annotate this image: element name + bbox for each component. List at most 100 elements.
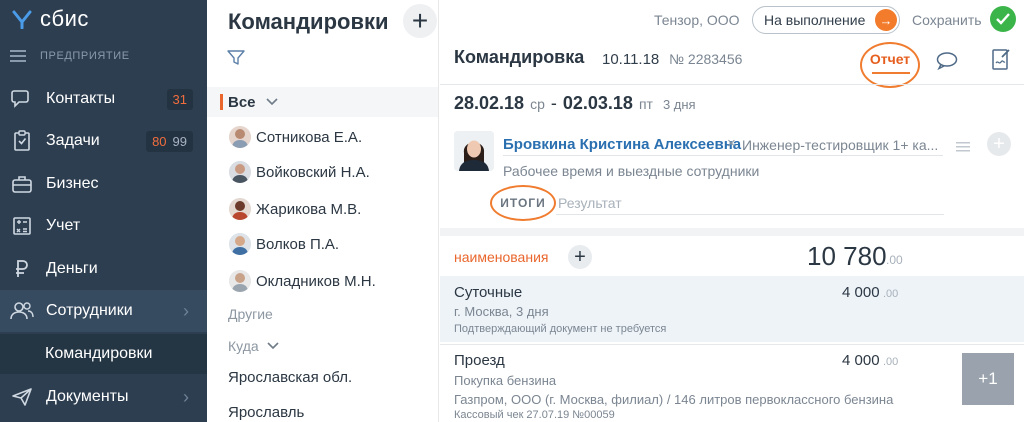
list-title: Командировки [228,9,389,34]
save-check-button[interactable] [990,6,1016,32]
section-where-label: Куда [228,338,259,354]
sbis-logo[interactable]: сбис [12,6,89,32]
nav-item-documents[interactable]: Документы › [0,376,207,418]
save-label[interactable]: Сохранить [912,12,982,28]
nav-item-label: Контакты [46,90,116,107]
chevron-down-icon[interactable] [267,339,279,353]
avatar [229,161,251,183]
sbis-logo-icon [12,10,32,29]
counter-new: 80 [152,133,167,149]
list-menu-icon[interactable] [956,139,970,157]
list-item-destination[interactable]: Ярославская обл. [228,369,352,386]
expense-subtitle: Покупка бензина [454,373,557,388]
expense-note: Подтверждающий документ не требуется [454,323,667,335]
nav-item-accounting[interactable]: Учет [0,205,207,247]
items-section-label[interactable]: наименования [454,249,548,265]
expense-row-travel[interactable]: Проезд Покупка бензина Газпром, ООО (г. … [440,345,1024,422]
list-item-employee[interactable]: Сотникова Е.А. [229,123,362,151]
expense-amount: 4 000 [842,352,880,369]
remove-employee-icon[interactable]: × [727,135,736,152]
expense-row-daily[interactable]: Суточные г. Москва, 3 дня Подтверждающий… [440,276,1024,342]
exec-button-label: На выполнение [764,12,866,28]
add-employee-button[interactable]: + [987,132,1011,156]
nav-item-contacts[interactable]: Контакты 31 [0,78,207,120]
comment-icon[interactable] [936,51,958,76]
nav-subitem-business-trips[interactable]: Командировки [0,334,207,374]
list-item-destination[interactable]: Ярославль [228,404,304,421]
add-item-button[interactable]: + [568,245,592,269]
active-marker [220,94,223,110]
trip-duration: 3 дня [662,97,696,112]
trip-dates[interactable]: 28.02.18 ср - 02.03.18 пт 3 дня [454,93,696,114]
add-trip-button[interactable]: + [403,4,437,38]
date-from[interactable]: 28.02.18 [454,93,524,114]
section-where[interactable]: Куда [228,338,279,354]
nav-item-money[interactable]: Деньги [0,248,207,290]
employee-name: Волков П.А. [256,235,340,253]
employee-name-link[interactable]: Бровкина Кристина Алексеевна [503,136,741,153]
avatar [229,126,251,148]
check-icon [996,13,1010,25]
list-item-employee[interactable]: Жарикова М.В. [229,195,361,223]
expense-title: Суточные [454,284,523,301]
nav-subitem-label: Командировки [45,345,153,362]
contacts-counter: 31 [166,88,193,110]
people-icon [10,299,34,323]
expense-amount-kopecks: .00 [883,288,899,300]
tab-report[interactable]: Отчет [860,42,920,88]
main-nav: сбис ПРЕДПРИЯТИЕ Контакты 31 Задачи 80 9… [0,0,207,422]
document-date[interactable]: 10.11.18 [602,51,659,68]
section-other[interactable]: Другие [228,306,273,322]
paper-plane-icon [10,385,34,409]
send-for-execution-button[interactable]: На выполнение → [752,6,900,34]
document-number[interactable]: № 2283456 [669,51,742,67]
chevron-right-icon[interactable]: › [183,301,189,322]
list-item-employee[interactable]: Волков П.А. [229,230,339,258]
list-item-employee[interactable]: Войковский Н.А. [229,158,370,186]
logo-text: сбис [40,6,89,31]
nav-item-label: Деньги [46,260,98,277]
expense-subtitle: г. Москва, 3 дня [454,304,549,319]
itogi-label: ИТОГИ [490,185,556,221]
employee-name: Сотникова Е.А. [256,128,363,146]
avatar [229,233,251,255]
sign-document-icon[interactable] [990,48,1012,77]
expense-amount: 4 000 [842,284,880,301]
date-to[interactable]: 02.03.18 [563,93,633,114]
work-schedule[interactable]: Рабочее время и выездные сотрудники [503,163,759,179]
divider [440,84,1024,85]
expense-amount-kopecks: .00 [883,356,899,368]
divider [503,155,943,156]
clipboard-check-icon [10,129,34,153]
business-trips-list: Командировки + Все Сотникова Е.А. Войков… [207,0,439,422]
list-item-employee[interactable]: Окладников М.Н. [229,267,376,295]
trip-card-panel: Тензор, ООО На выполнение → Сохранить Ко… [440,0,1024,422]
document-title: Командировка [454,47,585,67]
nav-item-business[interactable]: Бизнес [0,163,207,205]
weekday-to: пт [638,96,653,112]
employee-name: Окладников М.Н. [256,272,376,290]
nav-item-employees[interactable]: Сотрудники › [0,290,207,332]
counter-total: 99 [172,133,187,149]
receipt-thumbnail[interactable]: +1 [962,353,1014,405]
calculator-icon [10,214,34,238]
employee-name: Войковский Н.А. [256,163,370,181]
nav-item-tasks[interactable]: Задачи 80 99 [0,120,207,162]
hamburger-icon[interactable] [10,50,26,62]
org-name[interactable]: Тензор, ООО [654,12,740,28]
filter-icon[interactable] [227,50,245,71]
org-section-label: ПРЕДПРИЯТИЕ [40,50,130,62]
group-all[interactable]: Все [207,87,438,117]
tasks-counter: 80 99 [146,130,193,152]
chevron-right-icon[interactable]: › [183,387,189,408]
nav-item-label: Документы [46,388,129,405]
avatar [229,198,251,220]
panel-toolbar: Тензор, ООО На выполнение → Сохранить [440,0,1024,40]
result-input[interactable]: Результат [558,195,622,211]
attachments-count: +1 [978,369,998,388]
nav-item-label: Задачи [46,132,100,149]
date-separator: - [550,93,557,113]
section-separator [440,228,1024,236]
chevron-down-icon[interactable] [265,95,278,109]
org-section-row[interactable]: ПРЕДПРИЯТИЕ [10,50,130,62]
